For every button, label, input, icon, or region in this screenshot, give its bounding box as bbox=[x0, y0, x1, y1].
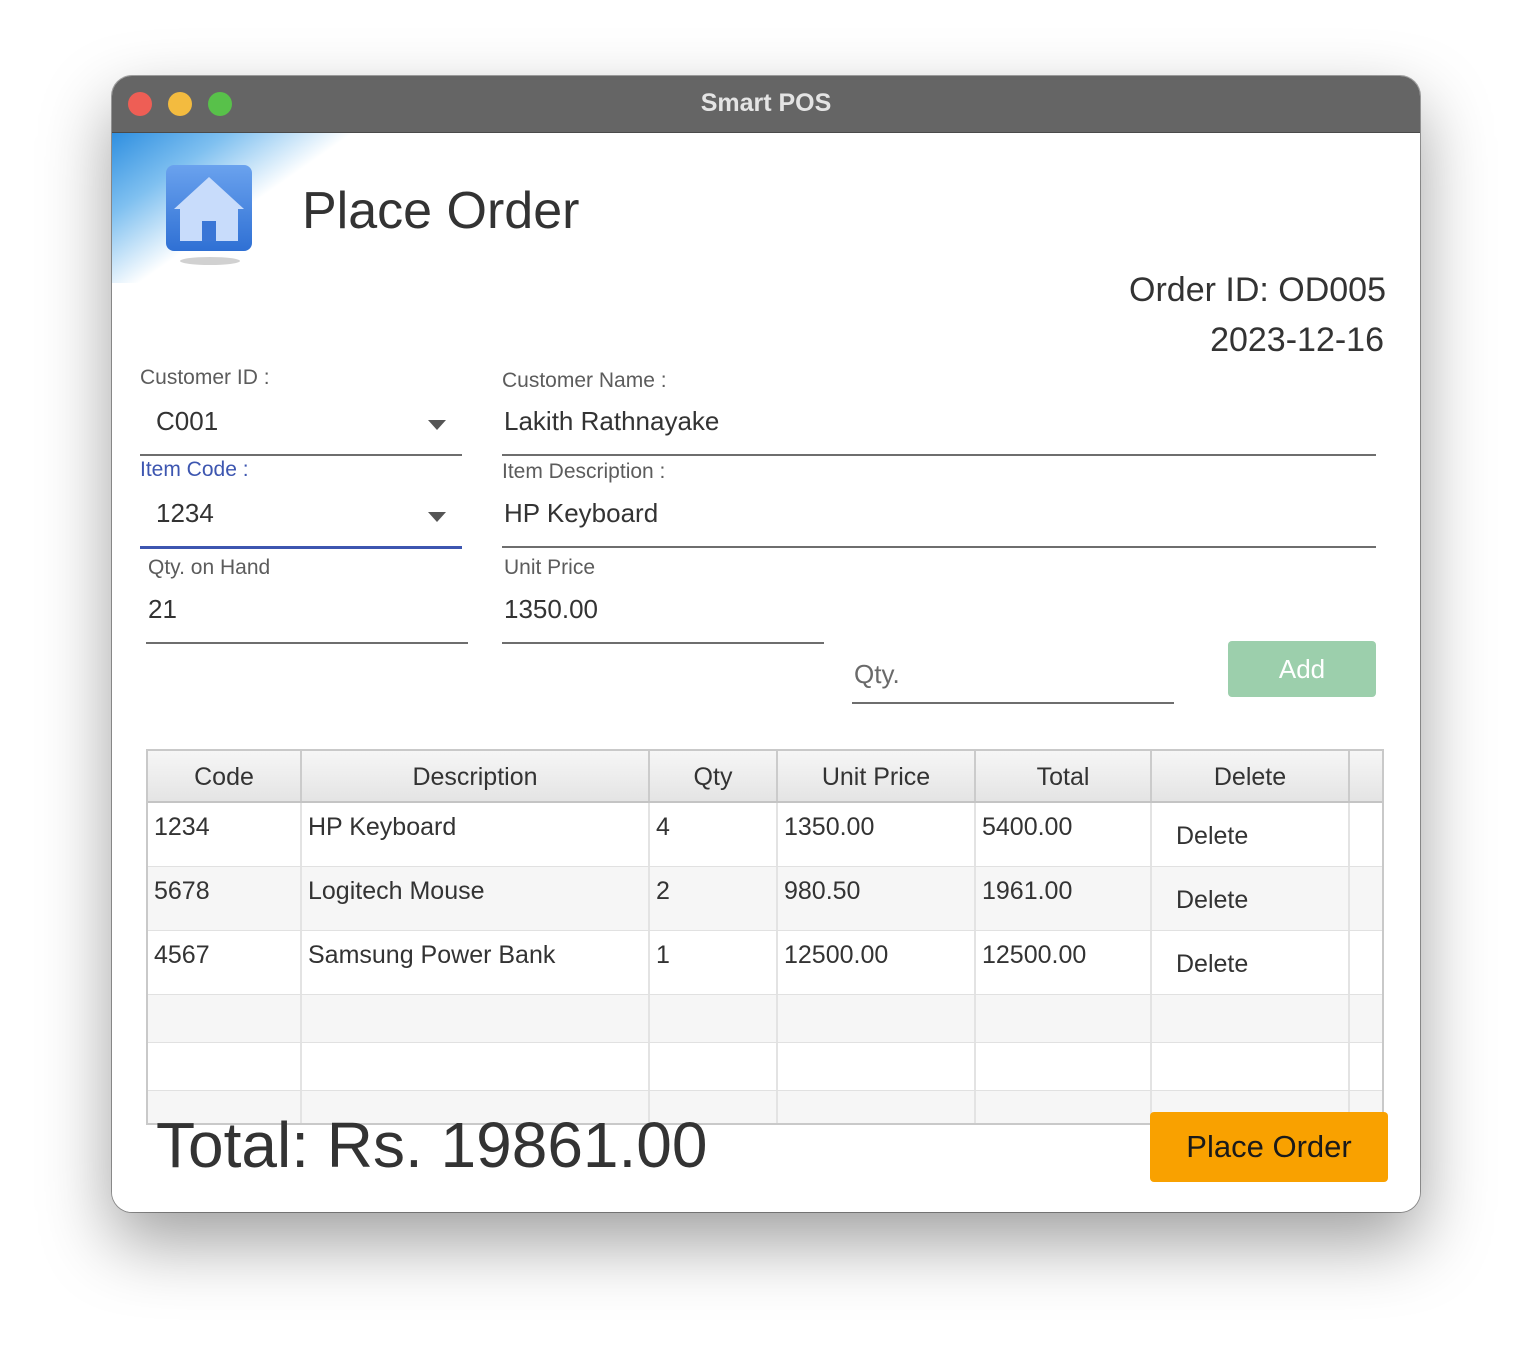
cell-empty bbox=[1350, 1043, 1382, 1090]
qty-on-hand-field[interactable]: Qty. on Hand 21 bbox=[146, 556, 468, 644]
cell-total: 12500.00 bbox=[976, 931, 1152, 994]
place-order-form: Place Order Order ID: OD005 2023-12-16 C… bbox=[112, 133, 1420, 1212]
cell-filler bbox=[1350, 803, 1382, 866]
cell-description: Samsung Power Bank bbox=[302, 931, 650, 994]
cell-filler bbox=[1350, 931, 1382, 994]
unit-price-value: 1350.00 bbox=[504, 594, 598, 624]
home-icon[interactable] bbox=[166, 165, 252, 251]
customer-name-label: Customer Name : bbox=[502, 369, 667, 392]
cell-empty bbox=[1152, 1043, 1350, 1090]
home-icon-shadow bbox=[180, 257, 240, 265]
unit-price-field[interactable]: Unit Price 1350.00 bbox=[502, 556, 824, 644]
column-header-qty[interactable]: Qty bbox=[650, 751, 778, 801]
item-code-underline bbox=[140, 546, 462, 549]
cell-filler bbox=[1350, 867, 1382, 930]
table-row-empty bbox=[148, 995, 1382, 1043]
column-header-description[interactable]: Description bbox=[302, 751, 650, 801]
cell-total: 5400.00 bbox=[976, 803, 1152, 866]
cell-description: HP Keyboard bbox=[302, 803, 650, 866]
cell-empty bbox=[976, 1043, 1152, 1090]
cell-qty: 4 bbox=[650, 803, 778, 866]
cell-empty bbox=[650, 995, 778, 1042]
item-description-underline bbox=[502, 546, 1376, 548]
customer-name-field[interactable]: Customer Name : Lakith Rathnayake bbox=[502, 369, 1376, 456]
qty-on-hand-value: 21 bbox=[148, 594, 177, 624]
order-items-table[interactable]: Code Description Qty Unit Price Total De… bbox=[146, 749, 1384, 1125]
cell-unit-price: 980.50 bbox=[778, 867, 976, 930]
table-row[interactable]: 5678 Logitech Mouse 2 980.50 1961.00 Del… bbox=[148, 867, 1382, 931]
chevron-down-icon[interactable] bbox=[428, 420, 446, 430]
window-title: Smart POS bbox=[700, 89, 832, 117]
cell-code: 5678 bbox=[148, 867, 302, 930]
cell-unit-price: 12500.00 bbox=[778, 931, 976, 994]
column-header-unit-price[interactable]: Unit Price bbox=[778, 751, 976, 801]
order-id-label: Order ID: OD005 bbox=[1129, 271, 1386, 309]
customer-id-combobox[interactable]: Customer ID : C001 bbox=[140, 366, 462, 456]
customer-id-value: C001 bbox=[156, 406, 219, 436]
delete-row-button[interactable]: Delete bbox=[1152, 803, 1350, 866]
cell-empty bbox=[148, 995, 302, 1042]
customer-name-underline bbox=[502, 454, 1376, 456]
order-date: 2023-12-16 bbox=[1210, 321, 1384, 359]
item-description-field[interactable]: Item Description : HP Keyboard bbox=[502, 460, 1376, 548]
qty-on-hand-label: Qty. on Hand bbox=[148, 556, 271, 579]
cell-empty bbox=[976, 995, 1152, 1042]
customer-id-underline bbox=[140, 454, 462, 456]
cell-qty: 2 bbox=[650, 867, 778, 930]
cell-code: 4567 bbox=[148, 931, 302, 994]
page-title: Place Order bbox=[302, 182, 580, 240]
cell-empty bbox=[778, 1091, 976, 1123]
app-window: Smart POS Place Order Order ID: OD005 20… bbox=[112, 76, 1420, 1212]
item-description-value: HP Keyboard bbox=[504, 498, 659, 528]
add-button[interactable]: Add bbox=[1228, 641, 1376, 697]
order-total: Total: Rs. 19861.00 bbox=[156, 1109, 708, 1181]
cell-code: 1234 bbox=[148, 803, 302, 866]
cell-empty bbox=[302, 995, 650, 1042]
item-description-label: Item Description : bbox=[502, 460, 666, 483]
table-row[interactable]: 4567 Samsung Power Bank 1 12500.00 12500… bbox=[148, 931, 1382, 995]
cell-description: Logitech Mouse bbox=[302, 867, 650, 930]
table-row-empty bbox=[148, 1043, 1382, 1091]
cell-empty bbox=[1350, 995, 1382, 1042]
unit-price-underline bbox=[502, 642, 824, 644]
column-header-total[interactable]: Total bbox=[976, 751, 1152, 801]
cell-empty bbox=[976, 1091, 1152, 1123]
customer-id-label: Customer ID : bbox=[140, 366, 270, 389]
cell-empty bbox=[778, 995, 976, 1042]
qty-input[interactable] bbox=[852, 646, 1174, 704]
delete-row-button[interactable]: Delete bbox=[1152, 931, 1350, 994]
cell-unit-price: 1350.00 bbox=[778, 803, 976, 866]
cell-qty: 1 bbox=[650, 931, 778, 994]
qty-on-hand-underline bbox=[146, 642, 468, 644]
cell-empty bbox=[650, 1043, 778, 1090]
title-bar[interactable]: Smart POS bbox=[112, 76, 1420, 133]
column-header-code[interactable]: Code bbox=[148, 751, 302, 801]
house-glyph bbox=[174, 177, 244, 241]
place-order-button[interactable]: Place Order bbox=[1150, 1112, 1388, 1182]
item-code-value: 1234 bbox=[156, 498, 214, 528]
column-header-delete[interactable]: Delete bbox=[1152, 751, 1350, 801]
chevron-down-icon[interactable] bbox=[428, 512, 446, 522]
item-code-combobox[interactable]: Item Code : 1234 bbox=[140, 458, 462, 549]
customer-name-value: Lakith Rathnayake bbox=[504, 406, 720, 436]
cell-empty bbox=[302, 1043, 650, 1090]
unit-price-label: Unit Price bbox=[504, 556, 596, 579]
cell-total: 1961.00 bbox=[976, 867, 1152, 930]
delete-row-button[interactable]: Delete bbox=[1152, 867, 1350, 930]
cell-empty bbox=[778, 1043, 976, 1090]
item-code-label: Item Code : bbox=[140, 458, 249, 481]
cell-empty bbox=[1152, 995, 1350, 1042]
cell-empty bbox=[148, 1043, 302, 1090]
table-header: Code Description Qty Unit Price Total De… bbox=[148, 751, 1382, 803]
table-row[interactable]: 1234 HP Keyboard 4 1350.00 5400.00 Delet… bbox=[148, 803, 1382, 867]
column-header-filler bbox=[1350, 751, 1382, 801]
